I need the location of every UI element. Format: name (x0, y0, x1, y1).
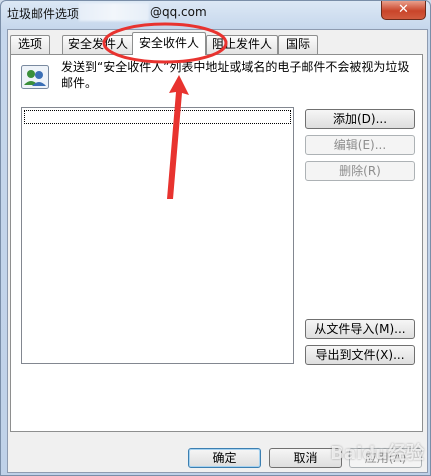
tab-international[interactable]: 国际 (278, 35, 318, 54)
close-icon: ✕ (398, 2, 409, 17)
add-button[interactable]: 添加(D)... (305, 109, 415, 129)
tab-blocked-senders[interactable]: 阻止发件人 (206, 35, 278, 54)
tab-safe-recipients[interactable]: 安全收件人 (132, 32, 206, 55)
redacted-email-blur (79, 3, 149, 21)
tab-safe-senders[interactable]: 安全发件人 (62, 35, 134, 54)
tab-options[interactable]: 选项 (10, 35, 50, 54)
delete-button[interactable]: 删除(R) (305, 161, 415, 181)
list-focus-rect (24, 110, 291, 124)
watermark-text: Baidu经验 (330, 443, 424, 464)
export-to-file-button[interactable]: 导出到文件(X)... (305, 345, 415, 365)
contacts-icon (21, 65, 49, 89)
junk-email-options-window: 垃圾邮件选项 @qq.com ✕ 选项 安全发件人 安全收件人 阻止发件人 国际… (0, 0, 431, 476)
close-button[interactable]: ✕ (381, 1, 426, 20)
import-from-file-button[interactable]: 从文件导入(M)... (305, 319, 415, 339)
panel-description: 发送到“安全收件人”列表中地址或域名的电子邮件不会被视为垃圾邮件。 (61, 60, 410, 90)
dialog-client-area: 选项 安全发件人 安全收件人 阻止发件人 国际 发送到“安全收件人”列表中地址或… (7, 29, 428, 473)
edit-button[interactable]: 编辑(E)... (305, 135, 415, 155)
safe-recipients-list[interactable] (21, 107, 294, 364)
window-title-email: @qq.com (150, 5, 207, 19)
safe-recipients-panel: 发送到“安全收件人”列表中地址或域名的电子邮件不会被视为垃圾邮件。 添加(D).… (10, 54, 423, 432)
ok-button[interactable]: 确定 (188, 448, 261, 468)
title-bar[interactable]: 垃圾邮件选项 @qq.com ✕ (1, 1, 431, 29)
window-title: 垃圾邮件选项 (7, 7, 80, 21)
